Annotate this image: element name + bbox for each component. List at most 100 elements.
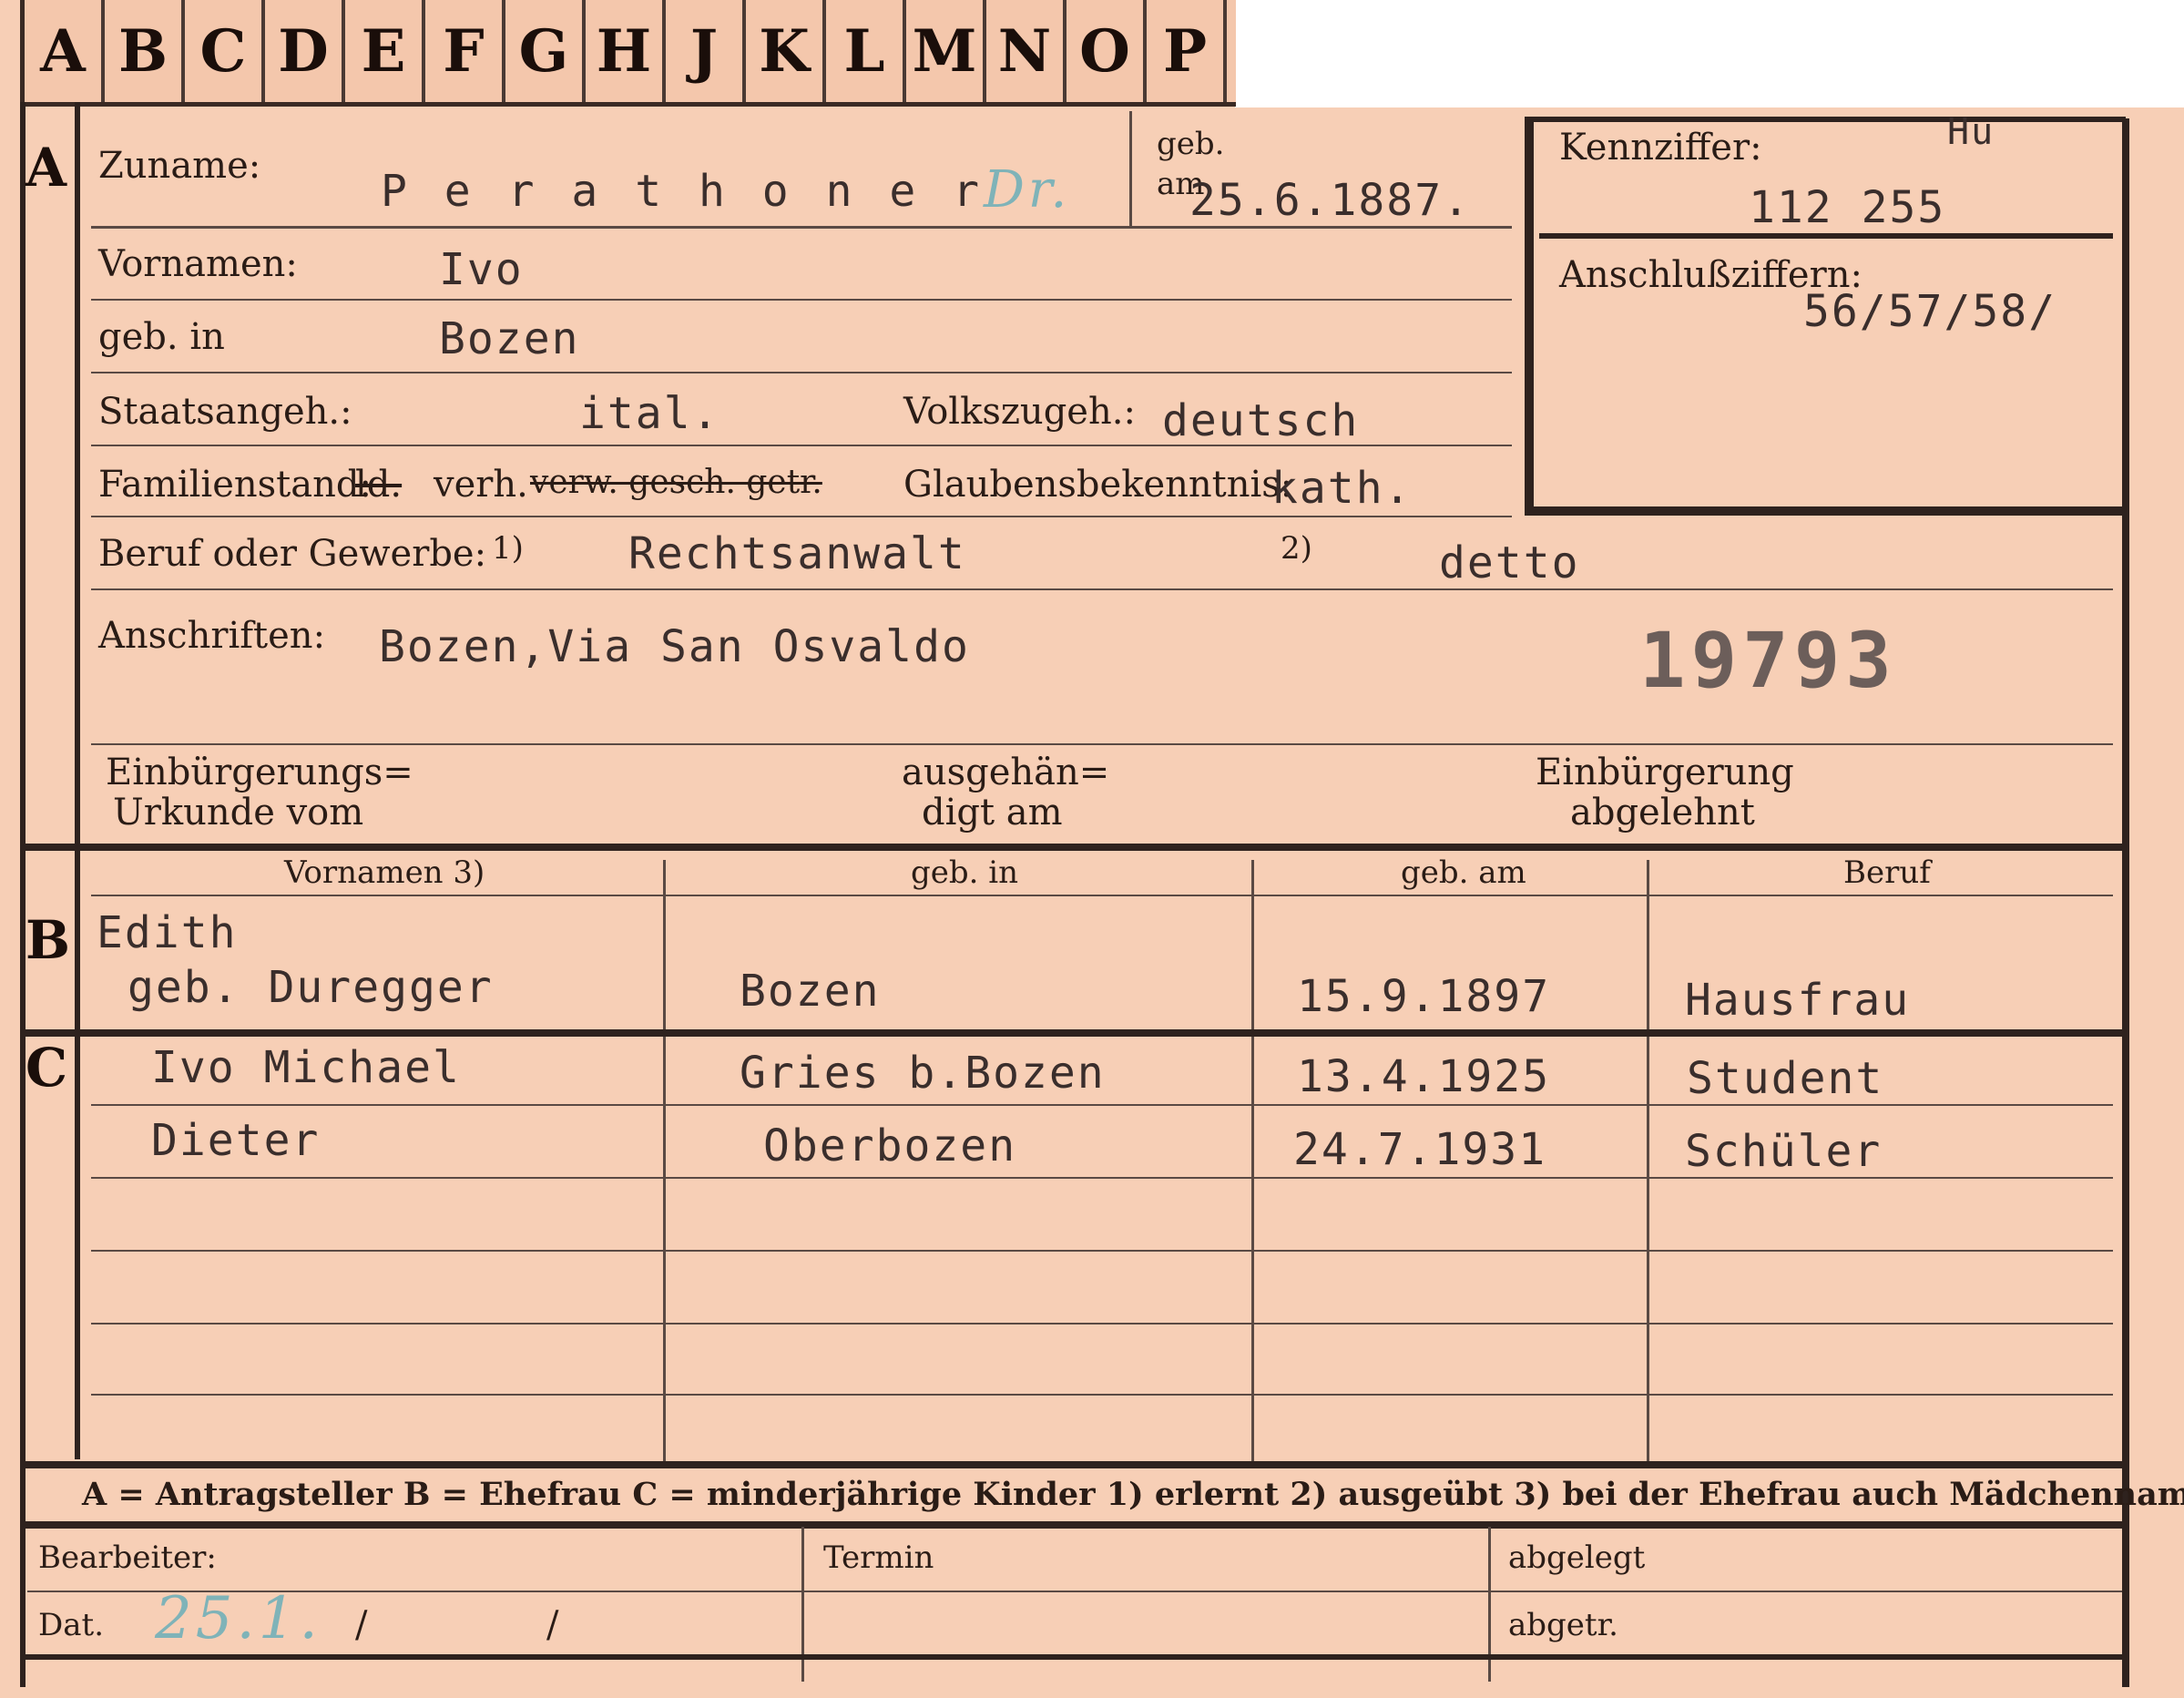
citizenship-value: ital.	[579, 388, 720, 439]
linked-codes-value: 56/57/58/	[1803, 286, 2057, 337]
occupation-value-1: Rechtsanwalt	[628, 528, 966, 579]
ethnicity-label: Volkszugeh.:	[903, 391, 1136, 433]
tab-g[interactable]: G	[505, 0, 586, 102]
rule-3	[91, 372, 1512, 373]
born-in-value: Bozen	[439, 313, 580, 364]
child-rule-4	[91, 1323, 2113, 1325]
divider-born-on	[1129, 111, 1132, 228]
rule-5	[91, 516, 1512, 517]
marital-label: Familienstand:	[98, 464, 372, 506]
frame-left	[20, 102, 26, 1687]
wife-occupation: Hausfrau	[1685, 975, 1911, 1026]
tab-a[interactable]: A	[25, 0, 105, 102]
alphabet-tabs: A B C D E F G H J K L M N O P	[20, 0, 1236, 107]
naturalization-refused-label-1: Einbürgerung	[1536, 752, 1794, 793]
child-rule-5	[91, 1394, 2113, 1396]
section-letter-c: C	[26, 1037, 68, 1099]
religion-label: Glaubensbekenntnis:	[903, 464, 1293, 506]
born-in-label: geb. in	[98, 316, 225, 358]
id-box-left	[1525, 117, 1534, 516]
naturalization-cert-label-1: Einbürgerungs=	[106, 752, 413, 793]
religion-value: kath.	[1271, 463, 1413, 514]
occupation-note-2: 2)	[1281, 530, 1312, 567]
frame-bottom	[20, 1654, 2129, 1660]
section-letter-a: A	[26, 137, 67, 199]
first-names-label: Vornamen:	[98, 243, 298, 285]
child-1-first-names: Ivo Michael	[151, 1042, 461, 1093]
code-suffix: Hu	[1947, 111, 1995, 153]
addresses-label: Anschriften:	[98, 615, 326, 657]
id-box-divider	[1539, 233, 2113, 239]
handed-out-label-2: digt am	[922, 792, 1063, 834]
date-slash-2: /	[546, 1604, 559, 1646]
wife-first-names-2: geb. Duregger	[128, 962, 494, 1013]
wife-born-on: 15.9.1897	[1297, 971, 1551, 1022]
rule-2	[91, 299, 1512, 301]
legend: A = Antragsteller B = Ehefrau C = minder…	[82, 1476, 2184, 1513]
tab-m[interactable]: M	[906, 0, 986, 102]
tab-o[interactable]: O	[1066, 0, 1147, 102]
registration-card: A B C D E F G H J K L M N O P A B C Zuna…	[0, 0, 2184, 1698]
child-rule-2	[91, 1177, 2113, 1179]
surname-value: P e r a t h o n e r	[381, 166, 985, 217]
title-note: Dr.	[984, 160, 1071, 220]
header-first-names: Vornamen 3)	[284, 854, 485, 891]
id-box-bottom	[1525, 506, 2126, 516]
col-line-1	[663, 860, 666, 1461]
first-names-value: Ivo	[439, 244, 524, 295]
child-rule-3	[91, 1250, 2113, 1252]
section-c-top	[20, 1029, 2129, 1037]
filed-abbr-label: abgetr.	[1508, 1607, 1618, 1643]
child-1-born-on: 13.4.1925	[1297, 1051, 1551, 1102]
tab-c[interactable]: C	[185, 0, 265, 102]
child-2-born-in: Oberbozen	[763, 1120, 1017, 1171]
footer-rule	[27, 1591, 2122, 1592]
section-b-top	[20, 844, 2129, 851]
tab-p[interactable]: P	[1147, 0, 1227, 102]
rule-1	[91, 226, 1512, 229]
legend-top	[20, 1461, 2129, 1468]
date-label: Dat.	[38, 1607, 105, 1643]
tab-d[interactable]: D	[265, 0, 345, 102]
stamp-number: 19793	[1639, 616, 1897, 705]
appointment-label: Termin	[823, 1539, 934, 1576]
frame-right	[2122, 118, 2129, 1687]
background-strip	[1235, 0, 2184, 107]
marital-value: verh.	[434, 464, 528, 506]
rule-6	[91, 588, 2113, 590]
child-2-born-on: 24.7.1931	[1293, 1124, 1547, 1175]
born-on-label-1: geb.	[1157, 126, 1225, 162]
rule-7	[91, 743, 2113, 745]
occupation-note-1: 1)	[492, 530, 524, 567]
handed-out-label-1: ausgehän=	[902, 752, 1110, 793]
child-2-occupation: Schüler	[1685, 1126, 1883, 1177]
naturalization-cert-label-2: Urkunde vom	[113, 792, 364, 834]
id-box-top	[1525, 117, 2126, 122]
wife-born-in: Bozen	[740, 966, 881, 1017]
tab-f[interactable]: F	[425, 0, 505, 102]
marital-struck-prefix: ld.	[355, 464, 403, 506]
header-born-in: geb. in	[911, 854, 1019, 891]
child-1-occupation: Student	[1687, 1053, 1884, 1104]
tab-k[interactable]: K	[746, 0, 826, 102]
tab-h[interactable]: H	[586, 0, 666, 102]
rule-4	[91, 445, 1512, 446]
ethnicity-value: deutsch	[1162, 395, 1360, 446]
child-1-born-in: Gries b.Bozen	[740, 1048, 1106, 1099]
born-on-value: 25.6.1887.	[1189, 175, 1471, 226]
tab-n[interactable]: N	[986, 0, 1066, 102]
citizenship-label: Staatsangeh.:	[98, 391, 352, 433]
tab-e[interactable]: E	[345, 0, 425, 102]
legend-bottom	[20, 1521, 2129, 1529]
date-pencil: 25.1.	[155, 1585, 321, 1652]
tab-j[interactable]: J	[666, 0, 746, 102]
header-occupation: Beruf	[1843, 854, 1931, 891]
child-rule-1	[91, 1104, 2113, 1106]
marital-struck-options: verw. gesch. getr.	[530, 464, 822, 501]
tab-b[interactable]: B	[105, 0, 185, 102]
code-value: 112 255	[1749, 182, 1946, 233]
occupation-value-2: detto	[1439, 537, 1580, 588]
clerk-label: Bearbeiter:	[38, 1539, 217, 1576]
occupation-label: Beruf oder Gewerbe:	[98, 533, 487, 575]
tab-l[interactable]: L	[826, 0, 906, 102]
